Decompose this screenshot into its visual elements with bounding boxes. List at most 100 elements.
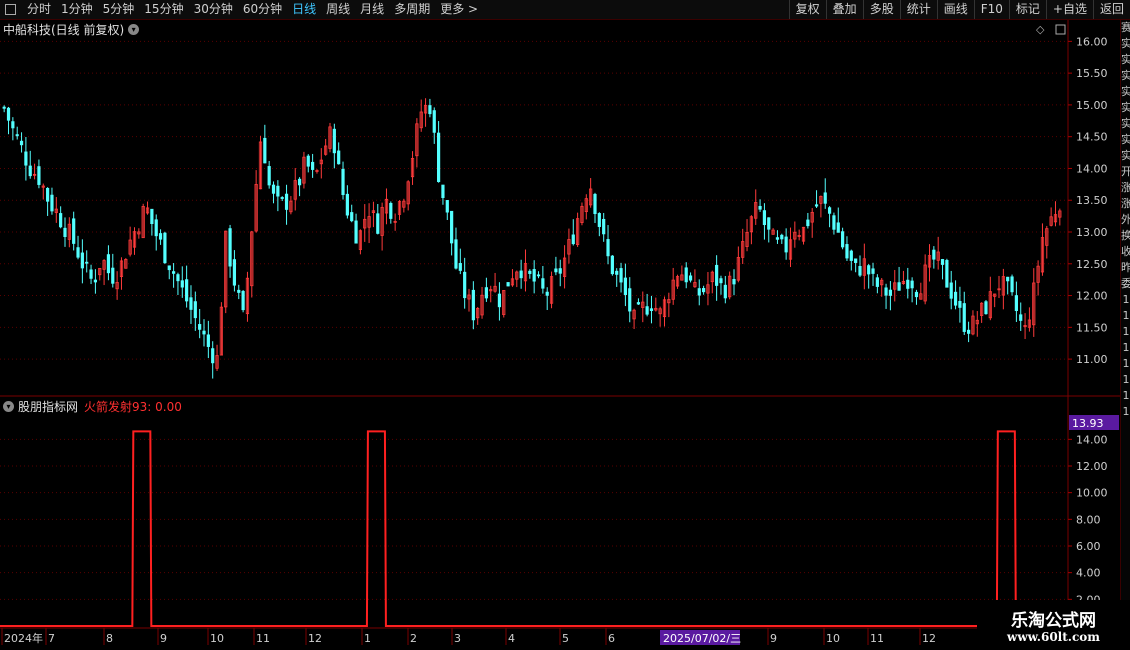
candle-body [867, 265, 871, 275]
candle-body [211, 348, 215, 364]
window-square-icon [1055, 24, 1066, 35]
side-label: 实 [1121, 84, 1130, 100]
side-label: 1 [1122, 309, 1130, 322]
candle-body [63, 227, 67, 238]
candle-body [619, 268, 623, 283]
candle-body [845, 244, 849, 259]
date-tick-label: 7 [48, 632, 55, 645]
candle-body [337, 150, 341, 165]
candle-body [354, 220, 358, 244]
candle-body [806, 219, 810, 227]
candle-body [267, 166, 271, 186]
candle-body [237, 289, 241, 293]
indicator-tick-label: 14.00 [1076, 433, 1108, 446]
candle-body [1019, 314, 1023, 321]
side-label: 换 [1121, 228, 1130, 244]
side-label: 1 [1122, 293, 1130, 306]
candle-body [615, 270, 619, 275]
site-watermark: 乐淘公式网 www.60lt.com [977, 600, 1130, 650]
candle-body [389, 202, 393, 219]
candle-body [158, 233, 163, 240]
candle-body [593, 193, 597, 215]
candle-body [350, 212, 354, 222]
candle-body [854, 258, 858, 263]
date-tick-label: 11 [870, 632, 884, 645]
candle-body [541, 278, 545, 289]
candle-body [875, 277, 879, 287]
candle-body [72, 218, 76, 244]
candle-body [458, 263, 462, 271]
candle-body [532, 269, 536, 282]
candle-body [154, 219, 158, 237]
side-label: 实 [1121, 52, 1130, 68]
candle-body [888, 289, 893, 296]
date-tick-label: 2024年 [4, 631, 43, 645]
candle-body [545, 291, 549, 296]
candle-body [19, 140, 24, 146]
candle-body [628, 288, 632, 312]
side-label: 1 [1122, 325, 1130, 338]
candle-body [206, 334, 210, 347]
candle-body [858, 266, 862, 276]
crosshair-date-label: 2025/07/02/三 [663, 632, 741, 645]
side-label: 实 [1121, 68, 1130, 84]
candle-body [958, 300, 962, 308]
candle-body [106, 254, 111, 274]
candle-body [332, 128, 336, 154]
candle-body [189, 297, 193, 310]
rocket-signal-line [0, 430, 1062, 627]
date-tick-label: 10 [210, 632, 224, 645]
candle-body [59, 213, 63, 228]
candle-body [940, 259, 945, 265]
price-tick-label: 14.00 [1076, 162, 1108, 175]
candle-body [649, 308, 654, 311]
candle-body [228, 228, 232, 267]
date-tick-label: 6 [608, 632, 615, 645]
price-tick-label: 11.50 [1076, 321, 1108, 334]
candle-body [610, 255, 614, 275]
candle-body [719, 278, 723, 284]
side-info-column: 赛实实实实实实实实开涨涨外换收昨委11111111 [1120, 20, 1130, 650]
candle-body [241, 290, 245, 311]
indicator-current-value: 13.93 [1072, 417, 1104, 430]
candle-body [684, 267, 688, 283]
candle-body [871, 268, 875, 274]
side-label: 涨 [1121, 196, 1130, 212]
price-tick-label: 12.50 [1076, 258, 1108, 271]
candle-body [297, 178, 302, 186]
candle-body [732, 279, 736, 285]
date-tick-label: 12 [922, 632, 936, 645]
candle-body [432, 110, 436, 133]
candle-body [11, 121, 15, 129]
candle-body [311, 161, 315, 170]
date-tick-label: 1 [364, 632, 371, 645]
candle-body [85, 261, 89, 264]
candle-body [276, 185, 280, 197]
candle-body [597, 213, 601, 227]
candle-body [306, 155, 310, 167]
candle-body [945, 260, 949, 288]
side-label: 1 [1122, 357, 1130, 370]
candle-body [167, 265, 171, 271]
date-tick-label: 9 [160, 632, 167, 645]
indicator-tick-label: 6.00 [1076, 540, 1101, 553]
price-tick-label: 13.50 [1076, 194, 1108, 207]
side-label: 昨 [1121, 260, 1130, 276]
watermark-title: 乐淘公式网 [1011, 611, 1096, 631]
candle-body [823, 192, 827, 204]
candle-body [202, 330, 206, 335]
kline-chart[interactable]: 16.0015.5015.0014.5014.0013.5013.0012.50… [0, 0, 1130, 650]
date-tick-label: 5 [562, 632, 569, 645]
candle-body [966, 329, 971, 334]
date-tick-label: 2 [410, 632, 417, 645]
side-label: 外 [1121, 212, 1130, 228]
candle-body [506, 282, 510, 287]
candle-body [341, 168, 345, 196]
date-tick-label: 3 [454, 632, 461, 645]
date-tick-label: 8 [106, 632, 113, 645]
candle-body [897, 282, 901, 291]
candle-body [832, 215, 836, 230]
candle-body [198, 324, 202, 330]
candle-body [463, 271, 467, 299]
candle-body [80, 252, 84, 269]
